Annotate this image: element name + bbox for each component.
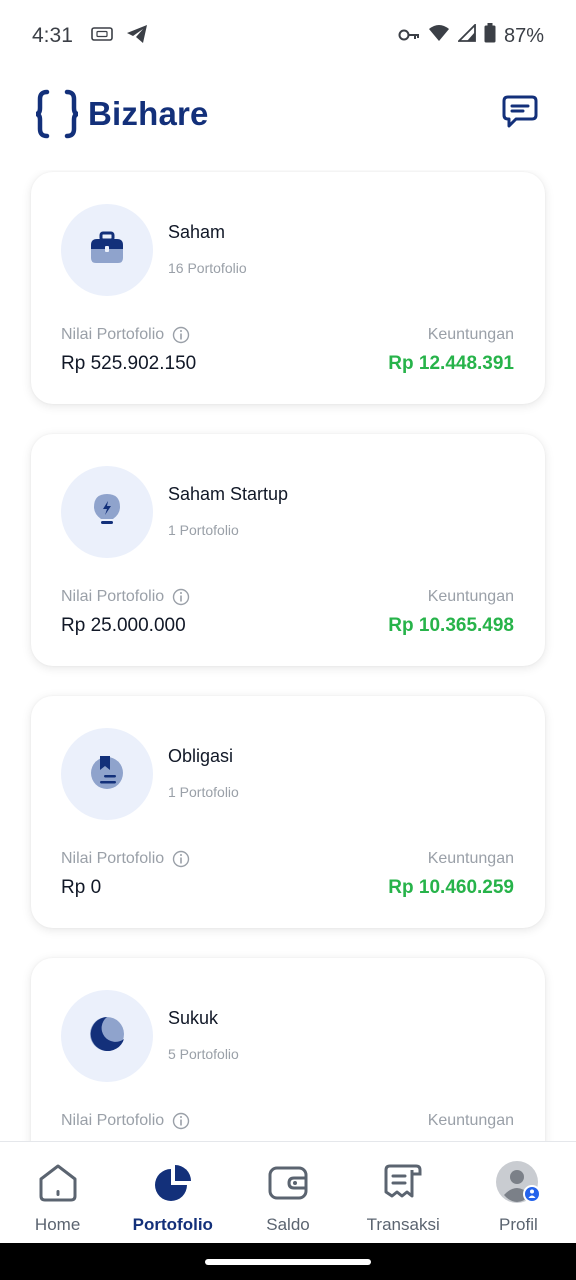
card-profit: Rp 10.460.259 (388, 877, 514, 898)
card-value: Rp 525.902.150 (61, 353, 197, 374)
portfolio-card-sukuk[interactable]: Sukuk 5 Portofolio Nilai Portofolio Keun… (31, 958, 545, 1142)
cell-signal-icon (456, 22, 476, 48)
nav-label: Home (34, 1215, 81, 1234)
card-value-label: Nilai Portofolio (61, 326, 190, 344)
nav-item-home[interactable]: Home (0, 1142, 115, 1243)
sim-card-icon (91, 26, 113, 46)
card-profit: Rp 10.365.498 (388, 615, 514, 636)
card-icon-badge (61, 728, 153, 820)
brand-logo: Bizhare (36, 89, 209, 139)
card-portfolio-count: 5 Portofolio (168, 1046, 239, 1062)
card-value: Rp 0 (61, 877, 102, 898)
info-icon[interactable] (172, 1112, 190, 1130)
card-profit-label: Keuntungan (427, 588, 514, 605)
nav-item-transaksi[interactable]: Transaksi (346, 1142, 461, 1243)
nav-item-portofolio[interactable]: Portofolio (115, 1142, 230, 1243)
card-portfolio-count: 16 Portofolio (168, 260, 247, 276)
wifi-icon (428, 24, 450, 48)
value-label-text: Nilai Portofolio (61, 326, 165, 343)
profile-avatar-icon (496, 1161, 541, 1205)
nav-item-saldo[interactable]: Saldo (230, 1142, 345, 1243)
card-title: Saham Startup (168, 484, 289, 504)
bond-document-icon (90, 754, 124, 795)
info-icon[interactable] (172, 850, 190, 868)
status-bar: 4:31 87% (0, 0, 576, 72)
briefcase-icon (89, 231, 125, 270)
portfolio-card-obligasi[interactable]: Obligasi 1 Portofolio Nilai Portofolio R… (31, 696, 545, 928)
pie-chart-icon (153, 1161, 193, 1205)
value-label-text: Nilai Portofolio (61, 850, 165, 867)
nav-item-profil[interactable]: Profil (461, 1142, 576, 1243)
bottom-navigation: Home Portofolio Saldo Transaksi Profil (0, 1141, 576, 1243)
portfolio-list[interactable]: Saham 16 Portofolio Nilai Portofolio Rp … (0, 170, 576, 1142)
card-value-label: Nilai Portofolio (61, 588, 190, 606)
card-portfolio-count: 1 Portofolio (168, 784, 239, 800)
status-notification-icons (91, 23, 149, 50)
vpn-key-icon (398, 25, 420, 48)
wallet-icon (267, 1161, 309, 1205)
battery-icon (484, 23, 496, 49)
home-icon (37, 1161, 79, 1205)
system-gesture-bar (0, 1243, 576, 1280)
card-value: Rp 25.000.000 (61, 615, 186, 636)
card-profit: Rp 12.448.391 (388, 353, 514, 374)
chat-button[interactable] (500, 94, 540, 134)
battery-percent: 87% (503, 24, 544, 47)
card-value-label: Nilai Portofolio (61, 1112, 190, 1130)
card-profit-label: Keuntungan (427, 1112, 514, 1129)
status-system-icons: 87% (398, 22, 544, 49)
card-icon-badge (61, 466, 153, 558)
nav-label: Transaksi (366, 1215, 440, 1234)
card-portfolio-count: 1 Portofolio (168, 522, 239, 538)
card-icon-badge (61, 990, 153, 1082)
card-title: Saham (168, 222, 226, 242)
card-title: Obligasi (168, 746, 234, 766)
value-label-text: Nilai Portofolio (61, 1112, 165, 1129)
app-header: Bizhare (0, 82, 576, 146)
info-icon[interactable] (172, 326, 190, 344)
curly-braces-logo-icon (36, 89, 78, 139)
card-value-label: Nilai Portofolio (61, 850, 190, 868)
brand-name: Bizhare (88, 95, 209, 132)
card-icon-badge (61, 204, 153, 296)
card-profit-label: Keuntungan (427, 850, 514, 867)
nav-label: Saldo (266, 1215, 310, 1234)
crescent-moon-icon (88, 1015, 126, 1058)
portfolio-card-saham[interactable]: Saham 16 Portofolio Nilai Portofolio Rp … (31, 172, 545, 404)
chat-bubble-icon (502, 95, 538, 134)
status-time: 4:31 (32, 24, 73, 47)
nav-label: Profil (499, 1215, 538, 1234)
card-title: Sukuk (168, 1008, 219, 1028)
lightbulb-icon (92, 492, 122, 533)
info-icon[interactable] (172, 588, 190, 606)
nav-label: Portofolio (132, 1215, 213, 1234)
portfolio-card-saham-startup[interactable]: Saham Startup 1 Portofolio Nilai Portofo… (31, 434, 545, 666)
card-profit-label: Keuntungan (427, 326, 514, 343)
value-label-text: Nilai Portofolio (61, 588, 165, 605)
telegram-icon (125, 23, 149, 50)
receipt-icon (382, 1161, 424, 1205)
home-gesture-handle[interactable] (205, 1258, 371, 1265)
